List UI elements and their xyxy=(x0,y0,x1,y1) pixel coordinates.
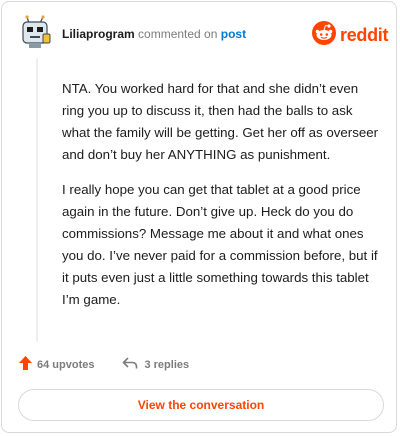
comment-paragraph: I really hope you can get that tablet at… xyxy=(62,182,378,307)
upvotes-stat[interactable]: 64 upvotes xyxy=(19,356,94,373)
upvote-arrow-icon xyxy=(19,356,32,373)
embedded-comment-card: Liliaprogram commented on post reddit NT… xyxy=(1,1,397,433)
reddit-snoo-icon xyxy=(312,21,336,50)
comment-paragraph: NTA. You worked hard for that and she di… xyxy=(62,81,379,162)
comment-actions: 64 upvotes 3 replies xyxy=(19,356,189,373)
replies-stat[interactable]: 3 replies xyxy=(122,356,189,373)
upvotes-count: 64 upvotes xyxy=(37,358,95,371)
thread-line[interactable] xyxy=(36,58,38,342)
reddit-logo[interactable]: reddit xyxy=(312,21,389,50)
reddit-wordmark: reddit xyxy=(340,25,389,45)
commented-on-text: commented on xyxy=(134,27,221,41)
view-conversation-button[interactable]: View the conversation xyxy=(18,389,384,421)
user-avatar[interactable] xyxy=(20,15,52,49)
post-link[interactable]: post xyxy=(221,27,246,41)
reply-arrow-icon xyxy=(122,356,138,373)
username-link[interactable]: Liliaprogram xyxy=(62,27,135,41)
comment-body: NTA. You worked hard for that and she di… xyxy=(62,78,380,324)
comment-header: Liliaprogram commented on post xyxy=(62,27,246,41)
replies-count: 3 replies xyxy=(144,358,190,371)
